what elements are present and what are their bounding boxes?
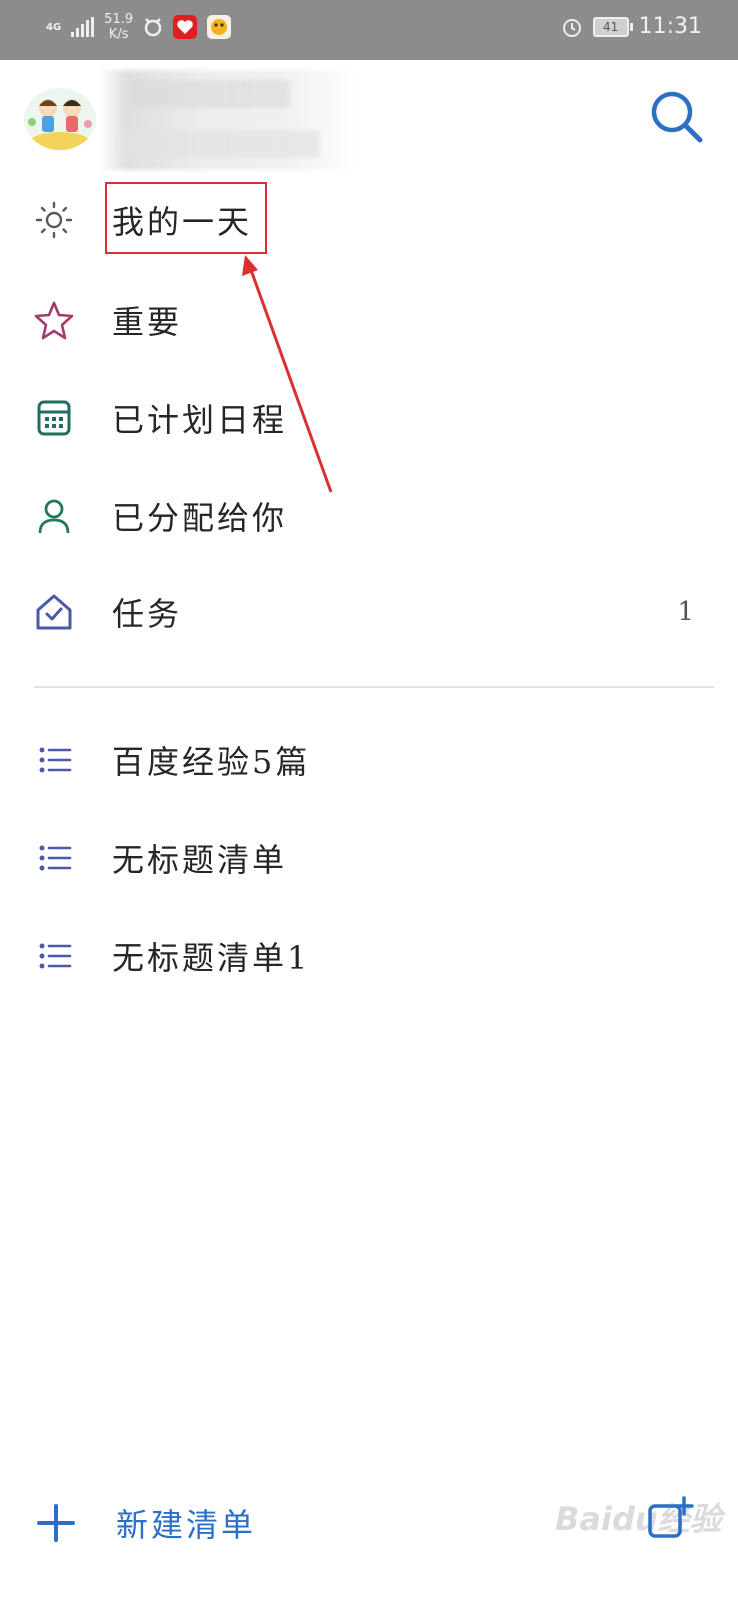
watermark: Baidu经验 [555,1500,722,1538]
star-icon [32,298,76,342]
list-item-label: 无标题清单 [112,841,288,879]
list-item[interactable]: 百度经验5篇 [0,720,738,800]
list-item-label: 百度经验5篇 [112,743,311,781]
red-app-icon [173,15,198,39]
status-bar: 4G 51.9 K/s 41 11:31 [0,0,738,60]
menu-item-label: 已计划日程 [112,401,288,439]
task-count-badge: 1 [677,597,694,627]
clock: 11:31 [638,14,702,39]
alarm-clock-small-icon [144,18,162,37]
new-group-button[interactable] [646,1496,694,1540]
profile-info-blurred [100,70,360,170]
menu-item-planned[interactable]: 已计划日程 [0,378,738,458]
avatar[interactable] [24,88,96,150]
menu-item-label: 已分配给你 [112,499,288,537]
divider [34,686,714,688]
net-speed-unit: K/s [108,27,129,42]
annotation-highlight-box [105,182,267,254]
calendar-icon [32,396,76,440]
search-icon [651,91,703,143]
menu-item-tasks[interactable]: 任务 1 [0,572,738,652]
battery-level: 41 [602,19,619,34]
signal-icon [71,17,95,37]
list-icon [32,836,76,880]
net-speed-value: 51.9 [104,12,134,27]
menu-item-label: 重要 [112,303,183,341]
list-icon [32,934,76,978]
network-type: 4G [46,21,62,33]
list-icon [32,738,76,782]
sun-icon [32,198,76,242]
new-group-icon [648,1496,694,1538]
menu-item-assigned-to-you[interactable]: 已分配给你 [0,476,738,556]
home-check-icon [32,590,76,634]
battery-icon: 41 [592,16,633,37]
new-list-label: 新建清单 [116,1506,257,1544]
person-icon [32,494,76,538]
search-button[interactable] [648,88,708,148]
orange-app-icon [207,15,232,39]
list-item[interactable]: 无标题清单 [0,818,738,898]
net-speed: 51.9 K/s [104,12,133,42]
menu-item-important[interactable]: 重要 [0,280,738,360]
menu-item-label: 任务 [112,595,183,633]
new-list-button[interactable]: 新建清单 [36,1490,256,1556]
alarm-icon [562,18,581,37]
plus-icon [37,1504,75,1542]
list-item[interactable]: 无标题清单1 [0,916,738,996]
list-item-label: 无标题清单1 [112,939,311,977]
